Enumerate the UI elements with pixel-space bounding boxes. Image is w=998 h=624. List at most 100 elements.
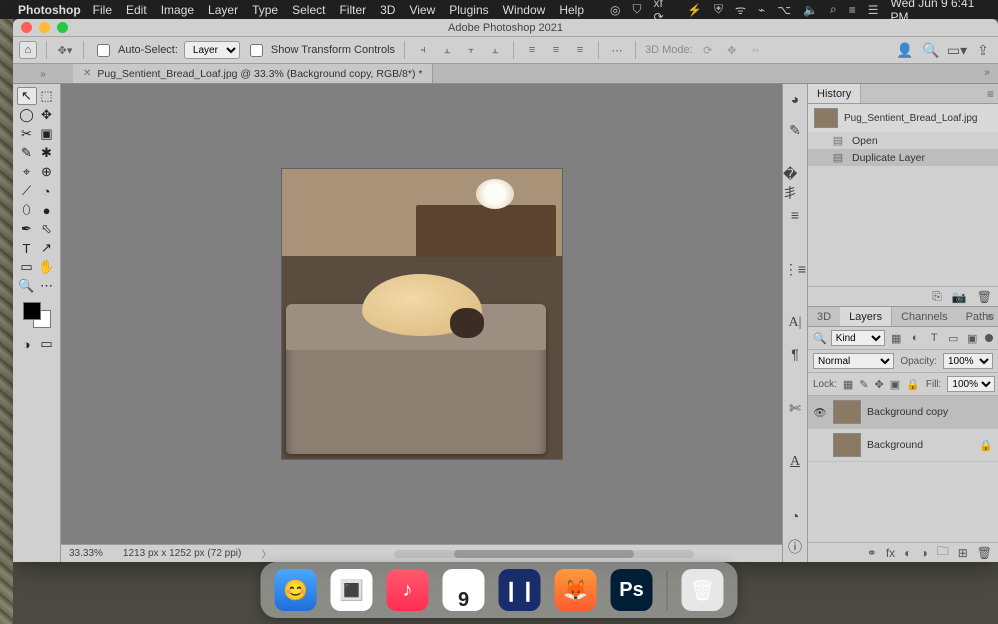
- history-brush-tool[interactable]: ⟋: [17, 182, 37, 200]
- horizontal-scrollbar[interactable]: [394, 550, 694, 558]
- menu-type[interactable]: Type: [252, 3, 278, 17]
- dock-finder[interactable]: 😊: [275, 569, 317, 611]
- group-icon[interactable]: 🗀: [937, 542, 949, 562]
- styles-panel-icon[interactable]: ≡: [783, 206, 807, 224]
- new-layer-icon[interactable]: ⊞: [958, 546, 968, 560]
- filter-toggle[interactable]: [985, 334, 993, 342]
- brush-tool[interactable]: ⌖: [17, 163, 37, 181]
- volume-icon[interactable]: 🔈: [803, 3, 818, 17]
- align-left-icon[interactable]: ⫞: [414, 43, 432, 57]
- lock-position-icon[interactable]: ✥: [875, 378, 884, 391]
- create-document-icon[interactable]: ⎘: [932, 289, 942, 304]
- align-top-icon[interactable]: ⫠: [486, 43, 504, 57]
- menu-window[interactable]: Window: [503, 3, 546, 17]
- show-transform-checkbox[interactable]: [250, 44, 263, 57]
- menu-help[interactable]: Help: [559, 3, 584, 17]
- lock-artboard-icon[interactable]: ▣: [890, 378, 900, 391]
- workspace-switcher-icon[interactable]: ▭▾: [948, 43, 966, 57]
- menu-file[interactable]: File: [93, 3, 112, 17]
- zoom-level[interactable]: 33.33%: [69, 548, 103, 559]
- adjustment-layer-icon[interactable]: ◑: [920, 546, 927, 560]
- dock-trash[interactable]: 🗑: [682, 569, 724, 611]
- menu-view[interactable]: View: [409, 3, 435, 17]
- spotlight-icon[interactable]: ⌕: [830, 2, 837, 17]
- menu-select[interactable]: Select: [292, 3, 325, 17]
- layer-name[interactable]: Background copy: [867, 406, 948, 418]
- status-icon[interactable]: ⚡: [687, 3, 702, 17]
- dock-parallels[interactable]: ❙❙: [499, 569, 541, 611]
- window-close-button[interactable]: [21, 22, 32, 33]
- tab-layers[interactable]: Layers: [840, 307, 892, 326]
- share-icon[interactable]: ⇪: [974, 43, 992, 57]
- filter-smart-icon[interactable]: ▣: [965, 332, 980, 345]
- snapshot-icon[interactable]: 📷: [952, 290, 967, 304]
- history-item[interactable]: ▤ Duplicate Layer: [808, 149, 998, 166]
- pen-tool[interactable]: ⬁: [37, 220, 57, 238]
- dock-photoshop[interactable]: Ps: [611, 569, 653, 611]
- window-minimize-button[interactable]: [39, 22, 50, 33]
- toolbar-expander-icon[interactable]: »: [13, 64, 73, 83]
- menu-layer[interactable]: Layer: [208, 3, 238, 17]
- menu-plugins[interactable]: Plugins: [449, 3, 488, 17]
- menubar-clock[interactable]: Wed Jun 9 6:41 PM: [890, 0, 990, 24]
- panel-menu-icon[interactable]: ≡: [987, 310, 994, 324]
- trash-icon[interactable]: 🗑: [977, 290, 992, 304]
- home-button[interactable]: ⌂: [19, 41, 37, 59]
- lock-pixels-icon[interactable]: ▦: [843, 378, 853, 391]
- glyphs-panel-icon[interactable]: A: [783, 453, 807, 471]
- trash-icon[interactable]: 🗑: [977, 546, 992, 560]
- siri-icon[interactable]: ☰: [868, 3, 879, 17]
- doc-info[interactable]: 1213 px x 1252 px (72 ppi): [123, 548, 241, 559]
- tab-channels[interactable]: Channels: [892, 307, 956, 326]
- link-layers-icon[interactable]: ⚭: [867, 546, 877, 560]
- blur-tool[interactable]: ●: [37, 201, 57, 219]
- eyedropper-tool[interactable]: ✎: [17, 144, 37, 162]
- search-icon[interactable]: 🔍: [922, 43, 940, 57]
- close-tab-icon[interactable]: ✕: [83, 68, 91, 79]
- document-artboard[interactable]: [282, 169, 562, 459]
- marquee-tool[interactable]: ⬚: [37, 87, 57, 105]
- dodge-tool[interactable]: ✒: [17, 220, 37, 238]
- wifi-icon[interactable]: ᯤ: [735, 1, 746, 18]
- hand-tool[interactable]: ✋: [37, 258, 57, 276]
- more-options-icon[interactable]: ⋯: [608, 43, 626, 57]
- eraser-tool[interactable]: ◔: [37, 182, 57, 200]
- screenmode-tool[interactable]: ▭: [37, 335, 57, 353]
- status-icon[interactable]: ⛉: [632, 2, 641, 17]
- layer-name[interactable]: Background: [867, 439, 923, 451]
- gradient-tool[interactable]: ⬯: [17, 201, 37, 219]
- app-name[interactable]: Photoshop: [18, 3, 81, 17]
- status-icon[interactable]: ⛨: [714, 2, 723, 17]
- history-source-row[interactable]: Pug_Sentient_Bread_Loaf.jpg: [808, 104, 998, 132]
- distribute-icon[interactable]: ≡: [523, 43, 541, 57]
- layer-row[interactable]: Background 🔒: [808, 429, 998, 462]
- stamp-tool[interactable]: ⊕: [37, 163, 57, 181]
- distribute-icon[interactable]: ≡: [571, 43, 589, 57]
- filter-shape-icon[interactable]: ▭: [946, 332, 961, 345]
- lock-paint-icon[interactable]: ✎: [859, 378, 868, 391]
- selection-tool[interactable]: ✥: [37, 106, 57, 124]
- filter-type-icon[interactable]: T: [927, 332, 942, 344]
- document-viewport[interactable]: [61, 84, 782, 544]
- color-panel-icon[interactable]: ◕: [783, 90, 807, 108]
- properties-panel-icon[interactable]: ⋮≡: [783, 260, 807, 278]
- visibility-toggle-icon[interactable]: 👁: [813, 406, 827, 419]
- battery-icon[interactable]: ⌁: [758, 3, 765, 17]
- window-zoom-button[interactable]: [57, 22, 68, 33]
- tab-3d[interactable]: 3D: [808, 307, 840, 326]
- document-tab[interactable]: ✕ Pug_Sentient_Bread_Loaf.jpg @ 33.3% (B…: [73, 64, 433, 83]
- menu-edit[interactable]: Edit: [126, 3, 147, 17]
- window-titlebar[interactable]: Adobe Photoshop 2021: [13, 19, 998, 37]
- panel-menu-icon[interactable]: ≡: [987, 87, 994, 101]
- move-tool[interactable]: ↖: [17, 87, 37, 105]
- autoselect-target-select[interactable]: Layer: [184, 41, 240, 59]
- status-icon[interactable]: ◎: [610, 3, 620, 17]
- healing-tool[interactable]: ✱: [37, 144, 57, 162]
- dock-launchpad[interactable]: 🔳: [331, 569, 373, 611]
- layer-filter-kind[interactable]: Kind: [831, 330, 885, 346]
- control-center-icon[interactable]: ≡: [849, 3, 856, 17]
- search-icon[interactable]: 👤: [896, 43, 914, 57]
- filter-pixel-icon[interactable]: ▦: [889, 332, 904, 345]
- distribute-icon[interactable]: ≡: [547, 43, 565, 57]
- lock-icon[interactable]: 🔒: [979, 439, 993, 452]
